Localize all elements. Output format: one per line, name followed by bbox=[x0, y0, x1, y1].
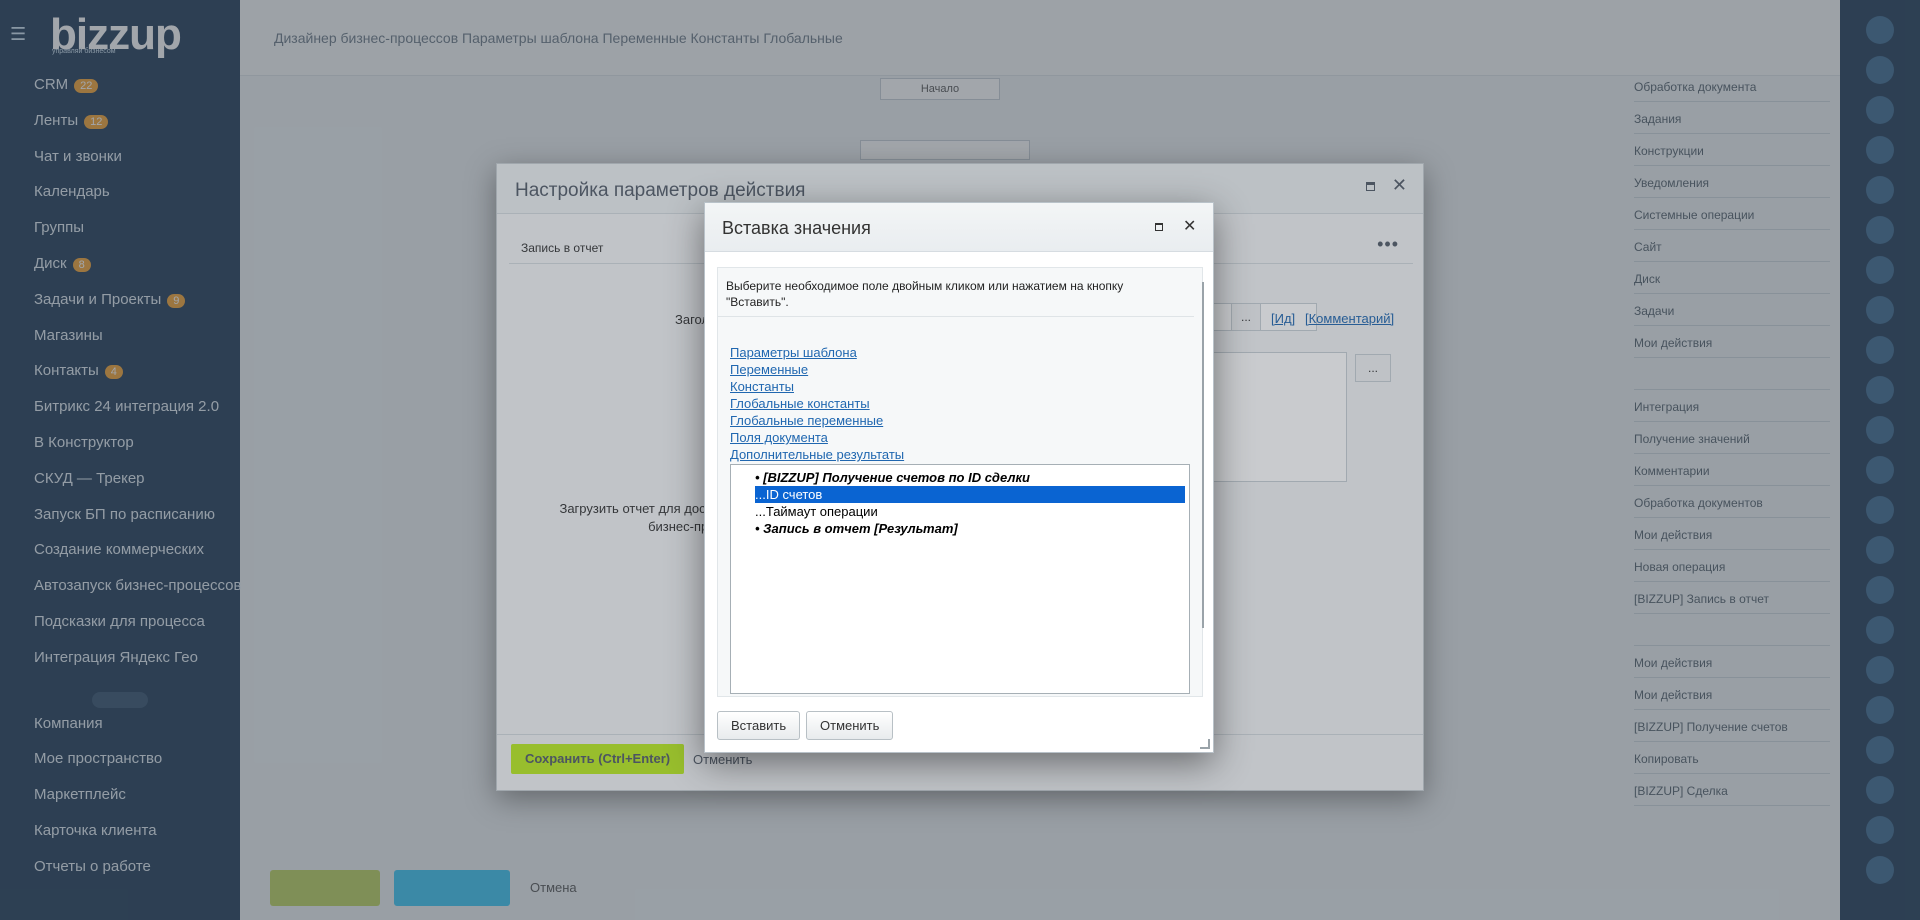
insert-dialog-body: Выберите необходимое поле двойным кликом… bbox=[717, 267, 1204, 697]
list-group-get-invoices[interactable]: • [BIZZUP] Получение счетов по ID сделки bbox=[731, 469, 1189, 486]
source-links: Параметры шаблона Переменные Константы Г… bbox=[730, 344, 904, 463]
link-document-fields[interactable]: Поля документа bbox=[730, 429, 904, 446]
cancel-button[interactable]: Отменить bbox=[806, 711, 894, 740]
link-global-constants[interactable]: Глобальные константы bbox=[730, 395, 904, 412]
insert-hint-text: Выберите необходимое поле двойным кликом… bbox=[726, 279, 1124, 309]
maximize-icon[interactable] bbox=[1155, 223, 1163, 231]
divider bbox=[718, 316, 1194, 317]
insert-dialog-header: Вставка значения ✕ bbox=[705, 203, 1213, 252]
link-additional-results[interactable]: Дополнительные результаты bbox=[730, 446, 904, 463]
insert-dialog-title: Вставка значения bbox=[722, 218, 871, 238]
insert-value-dialog: Вставка значения ✕ Выберите необходимое … bbox=[704, 202, 1214, 753]
link-global-variables[interactable]: Глобальные переменные bbox=[730, 412, 904, 429]
insert-button[interactable]: Вставить bbox=[717, 711, 801, 740]
link-template-params[interactable]: Параметры шаблона bbox=[730, 344, 904, 361]
list-group-record-report[interactable]: • Запись в отчет [Результат] bbox=[731, 520, 1189, 537]
list-item-timeout[interactable]: ...Таймаут операции bbox=[731, 503, 1189, 520]
value-listbox[interactable]: • [BIZZUP] Получение счетов по ID сделки… bbox=[730, 464, 1190, 694]
list-item-invoice-ids[interactable]: ...ID счетов bbox=[755, 486, 1185, 503]
link-constants[interactable]: Константы bbox=[730, 378, 904, 395]
link-variables[interactable]: Переменные bbox=[730, 361, 904, 378]
insert-dialog-footer: Вставить Отменить bbox=[705, 709, 1213, 749]
resize-handle-icon[interactable] bbox=[1200, 739, 1210, 749]
close-icon[interactable]: ✕ bbox=[1183, 216, 1196, 236]
scrollbar[interactable] bbox=[1202, 282, 1204, 628]
